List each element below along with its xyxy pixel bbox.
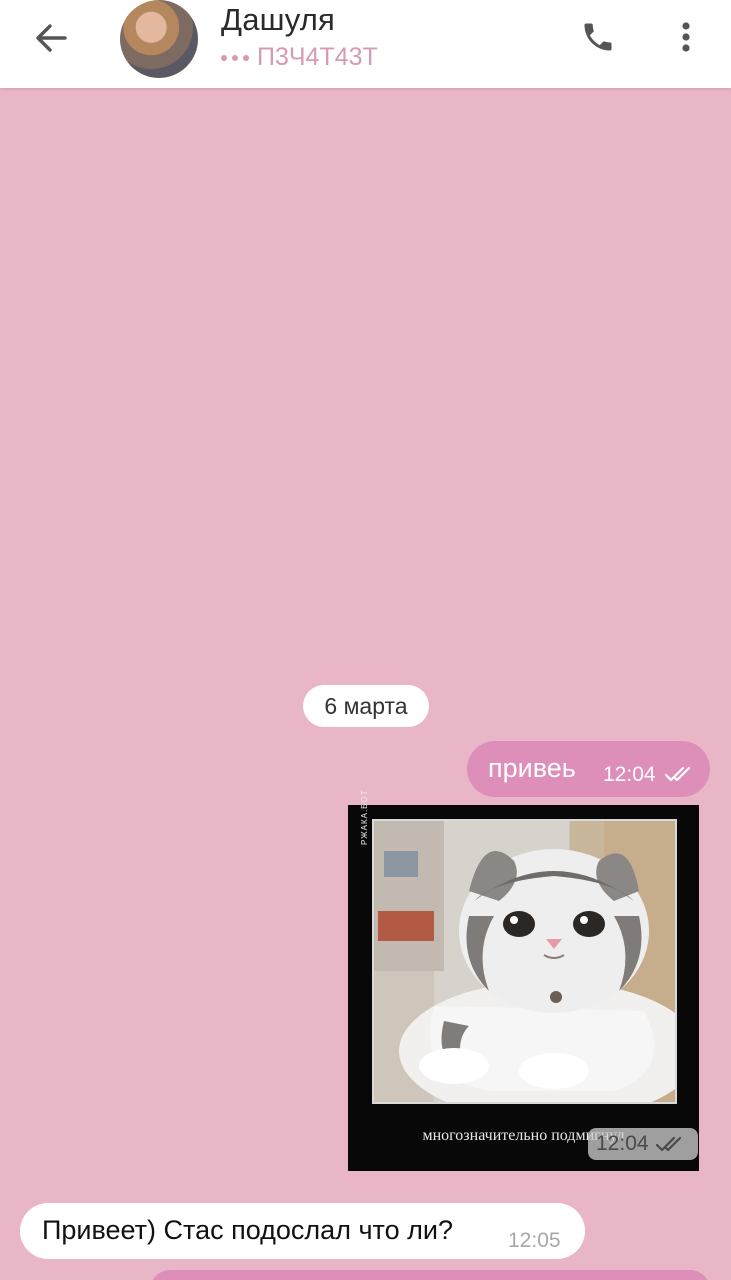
contact-status-text: П3Ч4Т43Т: [257, 43, 378, 71]
contact-name[interactable]: Дашуля: [221, 2, 335, 38]
call-button[interactable]: [575, 14, 621, 60]
outgoing-message[interactable]: привеь 12:04: [467, 741, 710, 797]
phone-icon: [584, 23, 612, 51]
message-text: Привеет) Стас подослал что ли?: [42, 1215, 453, 1245]
cat-photo: [372, 819, 677, 1104]
typing-dots-icon: [221, 54, 249, 61]
double-check-icon: [664, 766, 691, 782]
message-time: 12:04: [596, 1132, 649, 1155]
outgoing-message-partial[interactable]: [150, 1270, 710, 1280]
photo-watermark: РЖАКА.БОТ: [360, 789, 369, 845]
back-arrow-icon: [36, 24, 67, 52]
double-check-icon: [655, 1136, 681, 1152]
message-time: 12:04: [603, 763, 656, 786]
message-time: 12:05: [508, 1229, 561, 1252]
back-button[interactable]: [28, 18, 74, 58]
chat-header: Дашуля П3Ч4Т43Т: [0, 0, 731, 88]
contact-status: П3Ч4Т43Т: [221, 43, 378, 72]
photo-time-badge: 12:04: [588, 1128, 698, 1160]
message-text: привеь: [488, 753, 576, 783]
more-options-button[interactable]: [670, 14, 702, 60]
incoming-message[interactable]: Привеет) Стас подослал что ли? 12:05: [20, 1203, 585, 1259]
more-vertical-icon: [682, 22, 690, 52]
cat-illustration: [374, 821, 675, 1102]
date-separator: 6 марта: [303, 685, 429, 727]
avatar[interactable]: [120, 0, 198, 78]
photo-message[interactable]: РЖАКА.БОТ многозначительно подмигнул 12:…: [348, 790, 699, 1171]
